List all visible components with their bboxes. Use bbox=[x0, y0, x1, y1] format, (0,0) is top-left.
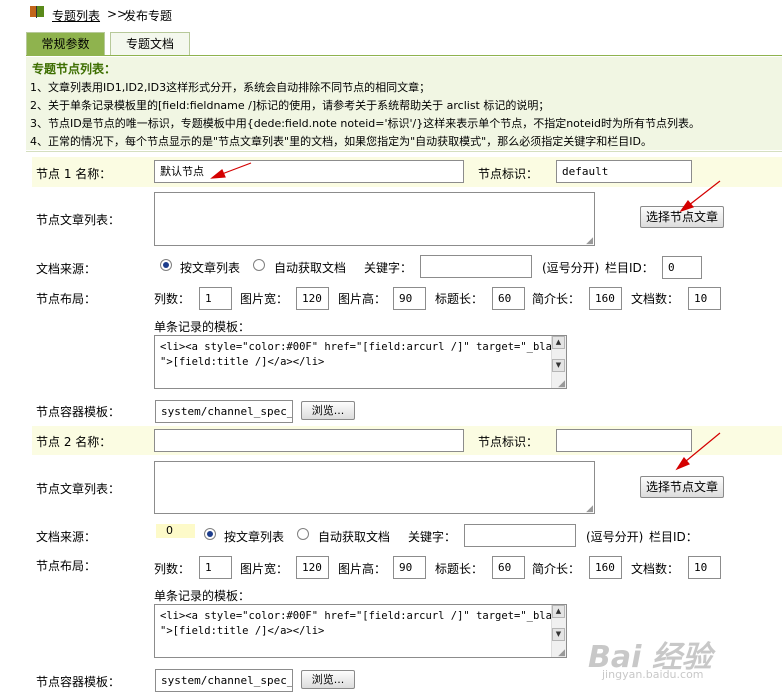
annotation-arrows bbox=[210, 162, 721, 471]
baidu-watermark-url: jingyan.baidu.com bbox=[602, 668, 704, 681]
arrow-icon bbox=[210, 162, 721, 471]
